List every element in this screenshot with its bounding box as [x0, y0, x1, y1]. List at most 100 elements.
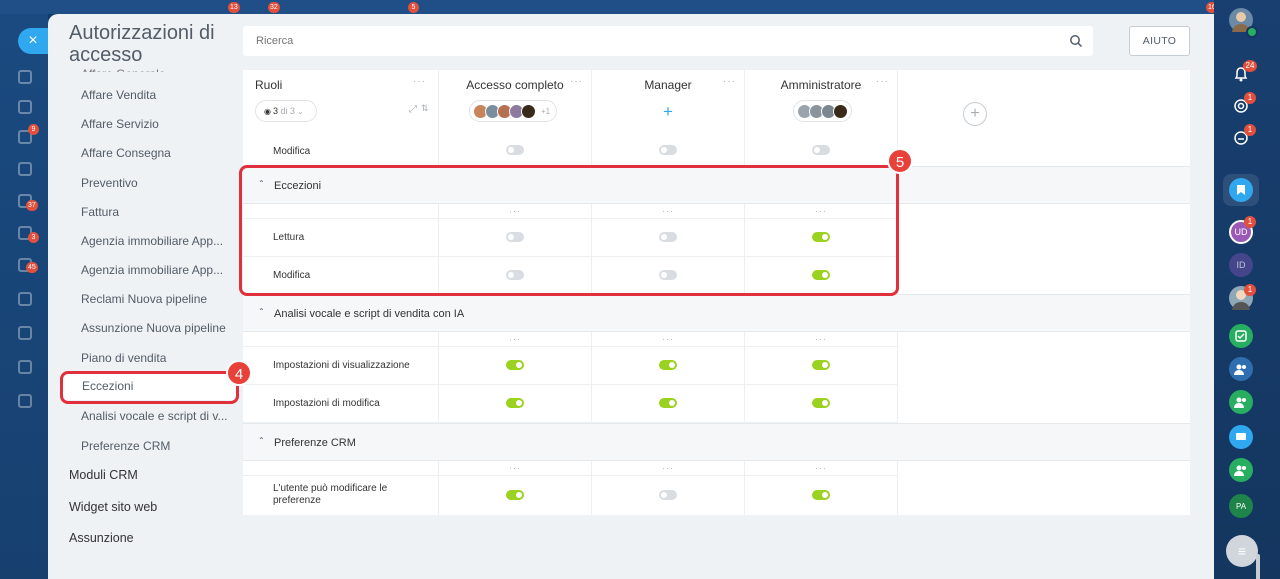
home-icon[interactable]: [18, 70, 32, 84]
avatar: [833, 103, 848, 119]
search-icon[interactable]: [1069, 34, 1083, 48]
message-icon[interactable]: [1229, 425, 1253, 449]
permission-toggle[interactable]: [506, 490, 524, 500]
annotation-badge-5: 5: [887, 148, 913, 174]
sidebar-item[interactable]: Reclami Nuova pipeline: [81, 292, 207, 306]
permission-toggle[interactable]: [506, 398, 524, 408]
chevron-up-icon[interactable]: ⌃: [258, 436, 265, 445]
sidebar-item[interactable]: Agenzia immobiliare App...: [81, 234, 223, 248]
sidebar-item-moduli-crm[interactable]: Moduli CRM: [69, 468, 138, 482]
user-badge: 1: [1244, 284, 1256, 296]
permission-row: Impostazioni di modifica: [243, 385, 898, 423]
sidebar-item-assunzione[interactable]: Assunzione: [69, 531, 134, 545]
role-filter[interactable]: ◉ 3 di 3 ⌄: [255, 100, 317, 122]
group-icon[interactable]: [1229, 390, 1253, 414]
menu-icon[interactable]: ≡: [1226, 535, 1258, 567]
permission-toggle[interactable]: [812, 145, 830, 155]
more-icon[interactable]: ···: [439, 463, 591, 473]
tasks-icon[interactable]: [1229, 324, 1253, 348]
drive-icon[interactable]: [18, 326, 32, 340]
sidebar-item[interactable]: Fattura: [81, 205, 119, 219]
eye-icon: ◉: [264, 106, 271, 116]
background-left-nav: 9 37 3 45: [0, 14, 48, 579]
more-icon[interactable]: ···: [413, 76, 426, 87]
section-actions-row: ··· ··· ···: [243, 461, 898, 476]
scrollbar[interactable]: [1256, 554, 1260, 579]
collapse-icon[interactable]: ⤢: [409, 104, 417, 115]
annotation-highlight-sidebar: [60, 371, 239, 404]
more-icon[interactable]: ···: [745, 334, 897, 344]
more-icon[interactable]: ···: [592, 334, 744, 344]
permission-toggle[interactable]: [659, 398, 677, 408]
column-header-amministratore: Amministratore ···: [745, 70, 898, 134]
search-bar: [243, 26, 1093, 56]
help-button[interactable]: AIUTO: [1129, 26, 1190, 56]
permission-toggle[interactable]: [659, 145, 677, 155]
permission-row: Impostazioni di visualizzazione: [243, 347, 898, 385]
sidebar-item-cut[interactable]: Affare Generale: [81, 67, 166, 72]
sidebar-item[interactable]: Analisi vocale e script di v...: [81, 409, 228, 423]
column-header-manager: Manager ··· +: [592, 70, 745, 134]
calendar-icon[interactable]: [18, 292, 32, 306]
more-icon[interactable]: ···: [723, 76, 736, 87]
feed-icon[interactable]: [18, 162, 32, 176]
bookmark-icon[interactable]: [1229, 178, 1253, 202]
sort-icon[interactable]: ⇅: [421, 103, 429, 114]
nav-icon[interactable]: [18, 100, 32, 114]
more-icon[interactable]: ···: [876, 76, 889, 87]
permissions-panel: Autorizzazioni di accesso AIUTO Affare G…: [48, 14, 1260, 579]
members-avatars[interactable]: [793, 100, 852, 122]
groups-icon[interactable]: [18, 394, 32, 408]
add-column-button[interactable]: +: [963, 102, 987, 126]
row-label: Impostazioni di modifica: [273, 398, 380, 409]
permission-toggle[interactable]: [506, 360, 524, 370]
search-input[interactable]: [243, 26, 1063, 56]
annotation-highlight-section: [239, 165, 899, 296]
nav-badge: 3: [28, 232, 39, 243]
section-analisi-vocale[interactable]: ⌃ Analisi vocale e script di vendita con…: [243, 294, 1190, 332]
permission-toggle[interactable]: [812, 360, 830, 370]
sidebar-item[interactable]: Affare Consegna: [81, 146, 171, 160]
user-avatar-pa[interactable]: PA: [1229, 494, 1253, 518]
permission-toggle[interactable]: [812, 398, 830, 408]
sidebar-item[interactable]: Assunzione Nuova pipeline: [81, 321, 226, 335]
members-avatars[interactable]: +1: [469, 100, 558, 122]
more-icon[interactable]: ···: [592, 463, 744, 473]
sidebar-item[interactable]: Affare Servizio: [81, 117, 159, 131]
permission-row: L'utente può modificare le preferenze: [243, 476, 898, 515]
user-avatar-id[interactable]: ID: [1229, 253, 1253, 277]
more-icon[interactable]: ···: [745, 463, 897, 473]
role-filter-count: 3: [272, 106, 278, 116]
permission-toggle[interactable]: [659, 490, 677, 500]
chevron-up-icon[interactable]: ⌃: [258, 307, 265, 316]
section-preferenze-crm[interactable]: ⌃ Preferenze CRM: [243, 423, 1190, 461]
nav-badge: 37: [26, 200, 38, 211]
notifications-badge: 24: [1243, 60, 1257, 72]
column-name: Manager: [644, 78, 692, 92]
sidebar-item[interactable]: Piano di vendita: [81, 351, 166, 365]
row-label: Impostazioni di visualizzazione: [273, 360, 410, 371]
column-name: Accesso completo: [466, 78, 564, 92]
sidebar-item-widget[interactable]: Widget sito web: [69, 500, 157, 514]
sidebar-item[interactable]: Agenzia immobiliare App...: [81, 263, 223, 277]
add-member-button[interactable]: +: [659, 103, 677, 122]
row-label: L'utente può modificare le preferenze: [273, 483, 388, 506]
group-icon[interactable]: [1229, 458, 1253, 482]
more-icon[interactable]: ···: [439, 334, 591, 344]
permission-toggle[interactable]: [812, 490, 830, 500]
more-icon[interactable]: ···: [570, 76, 583, 87]
close-panel-button[interactable]: ×: [18, 28, 48, 54]
permission-toggle[interactable]: [506, 145, 524, 155]
annotation-badge-4: 4: [226, 360, 252, 386]
activity-badge: 1: [1244, 92, 1256, 104]
column-header-accesso: Accesso completo ··· +1: [439, 70, 592, 134]
section-title: Preferenze CRM: [274, 437, 356, 449]
sidebar-item[interactable]: Preferenze CRM: [81, 439, 170, 453]
docs-icon[interactable]: [18, 360, 32, 374]
play-icon: [1246, 26, 1258, 38]
background-top-bar: [0, 0, 1280, 14]
sidebar-item[interactable]: Preventivo: [81, 176, 138, 190]
group-icon[interactable]: [1229, 357, 1253, 381]
permission-toggle[interactable]: [659, 360, 677, 370]
sidebar-item[interactable]: Affare Vendita: [81, 88, 156, 102]
